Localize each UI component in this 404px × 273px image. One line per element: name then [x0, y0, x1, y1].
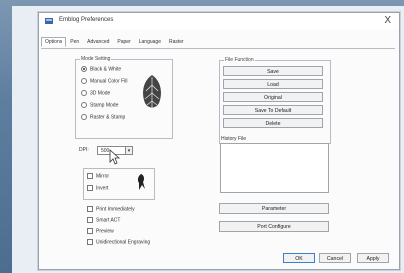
checkbox-label: Invert	[96, 185, 109, 192]
tab-advanced[interactable]: Advanced	[83, 37, 113, 47]
option-label: 3D Mode	[90, 90, 111, 97]
checkbox-print-immediately[interactable]: Print Immediately	[87, 206, 135, 212]
save-to-default-button[interactable]: Save To Default	[223, 105, 323, 115]
preferences-dialog: Emblog Preferences X Options Pen Advance…	[38, 12, 400, 270]
tab-bar: Options Pen Advanced Paper Language Rast…	[41, 37, 188, 47]
checkbox[interactable]	[87, 206, 93, 212]
title-bar: Emblog Preferences X	[39, 13, 399, 29]
checkbox-unidirectional-engraving[interactable]: Unidirectional Engraving	[87, 239, 150, 245]
cursor-icon	[109, 149, 121, 165]
checkbox-label: Preview	[96, 228, 114, 235]
radio-button[interactable]	[81, 90, 87, 96]
checkbox[interactable]	[87, 239, 93, 245]
option-label: Black & White	[90, 66, 122, 73]
cancel-button[interactable]: Cancel	[319, 253, 351, 263]
checkbox[interactable]	[87, 185, 93, 191]
radio-3d-mode[interactable]: 3D Mode	[81, 90, 110, 96]
leaf-preview-image	[143, 75, 161, 109]
window-title: Emblog Preferences	[59, 17, 114, 23]
checkbox-invert[interactable]: Invert	[87, 185, 109, 191]
radio-button[interactable]	[81, 102, 87, 108]
radio-stamp-mode[interactable]: Stamp Mode	[81, 102, 118, 108]
port-configure-button[interactable]: Port Configure	[219, 221, 329, 232]
checkbox-label: Smart ACT	[96, 217, 121, 224]
tab-pen[interactable]: Pen	[66, 37, 83, 47]
checkbox-label: Unidirectional Engraving	[96, 239, 151, 246]
load-button[interactable]: Load	[223, 79, 323, 89]
dpi-label: DPI:	[79, 147, 89, 153]
save-button[interactable]: Save	[223, 66, 323, 76]
file-function-label: File Function	[224, 57, 255, 63]
checkbox-label: Mirror	[96, 173, 110, 180]
checkbox-mirror[interactable]: Mirror	[87, 173, 109, 179]
tab-language[interactable]: Language	[135, 37, 165, 47]
option-label: Manual Color Fill	[90, 78, 128, 85]
close-icon[interactable]: X	[384, 15, 391, 26]
radio-raster-stamp[interactable]: Raster & Stamp	[81, 114, 125, 120]
chevron-down-icon[interactable]: ▾	[125, 146, 133, 155]
radio-button[interactable]	[81, 114, 87, 120]
mode-setting-label: Mode Setting	[80, 56, 112, 62]
checkbox[interactable]	[87, 217, 93, 223]
original-button[interactable]: Original	[223, 92, 323, 102]
tab-raster[interactable]: Raster	[165, 37, 188, 47]
tab-paper[interactable]: Paper	[113, 37, 134, 47]
radio-button[interactable]	[81, 66, 87, 72]
option-label: Stamp Mode	[90, 102, 119, 109]
checkbox[interactable]	[87, 228, 93, 234]
history-file-list[interactable]	[220, 143, 329, 193]
option-label: Raster & Stamp	[90, 114, 126, 121]
radio-button[interactable]	[81, 78, 87, 84]
radio-manual-color-fill[interactable]: Manual Color Fill	[81, 78, 128, 84]
app-icon	[45, 18, 53, 24]
radio-black-white[interactable]: Black & White	[81, 66, 121, 72]
checkbox-smart-act[interactable]: Smart ACT	[87, 217, 120, 223]
parameter-button[interactable]: Parameter	[219, 203, 329, 214]
ok-button[interactable]: OK	[283, 253, 315, 263]
checkbox[interactable]	[87, 173, 93, 179]
checkbox-label: Print Immediately	[96, 206, 135, 213]
checkbox-preview[interactable]: Preview	[87, 228, 114, 234]
history-file-label: History File	[221, 136, 247, 142]
apply-button[interactable]: Apply	[357, 253, 389, 263]
bird-icon	[137, 174, 145, 190]
delete-button[interactable]: Delete	[223, 118, 323, 128]
tab-options[interactable]: Options	[41, 37, 67, 47]
tab-divider	[41, 48, 395, 49]
